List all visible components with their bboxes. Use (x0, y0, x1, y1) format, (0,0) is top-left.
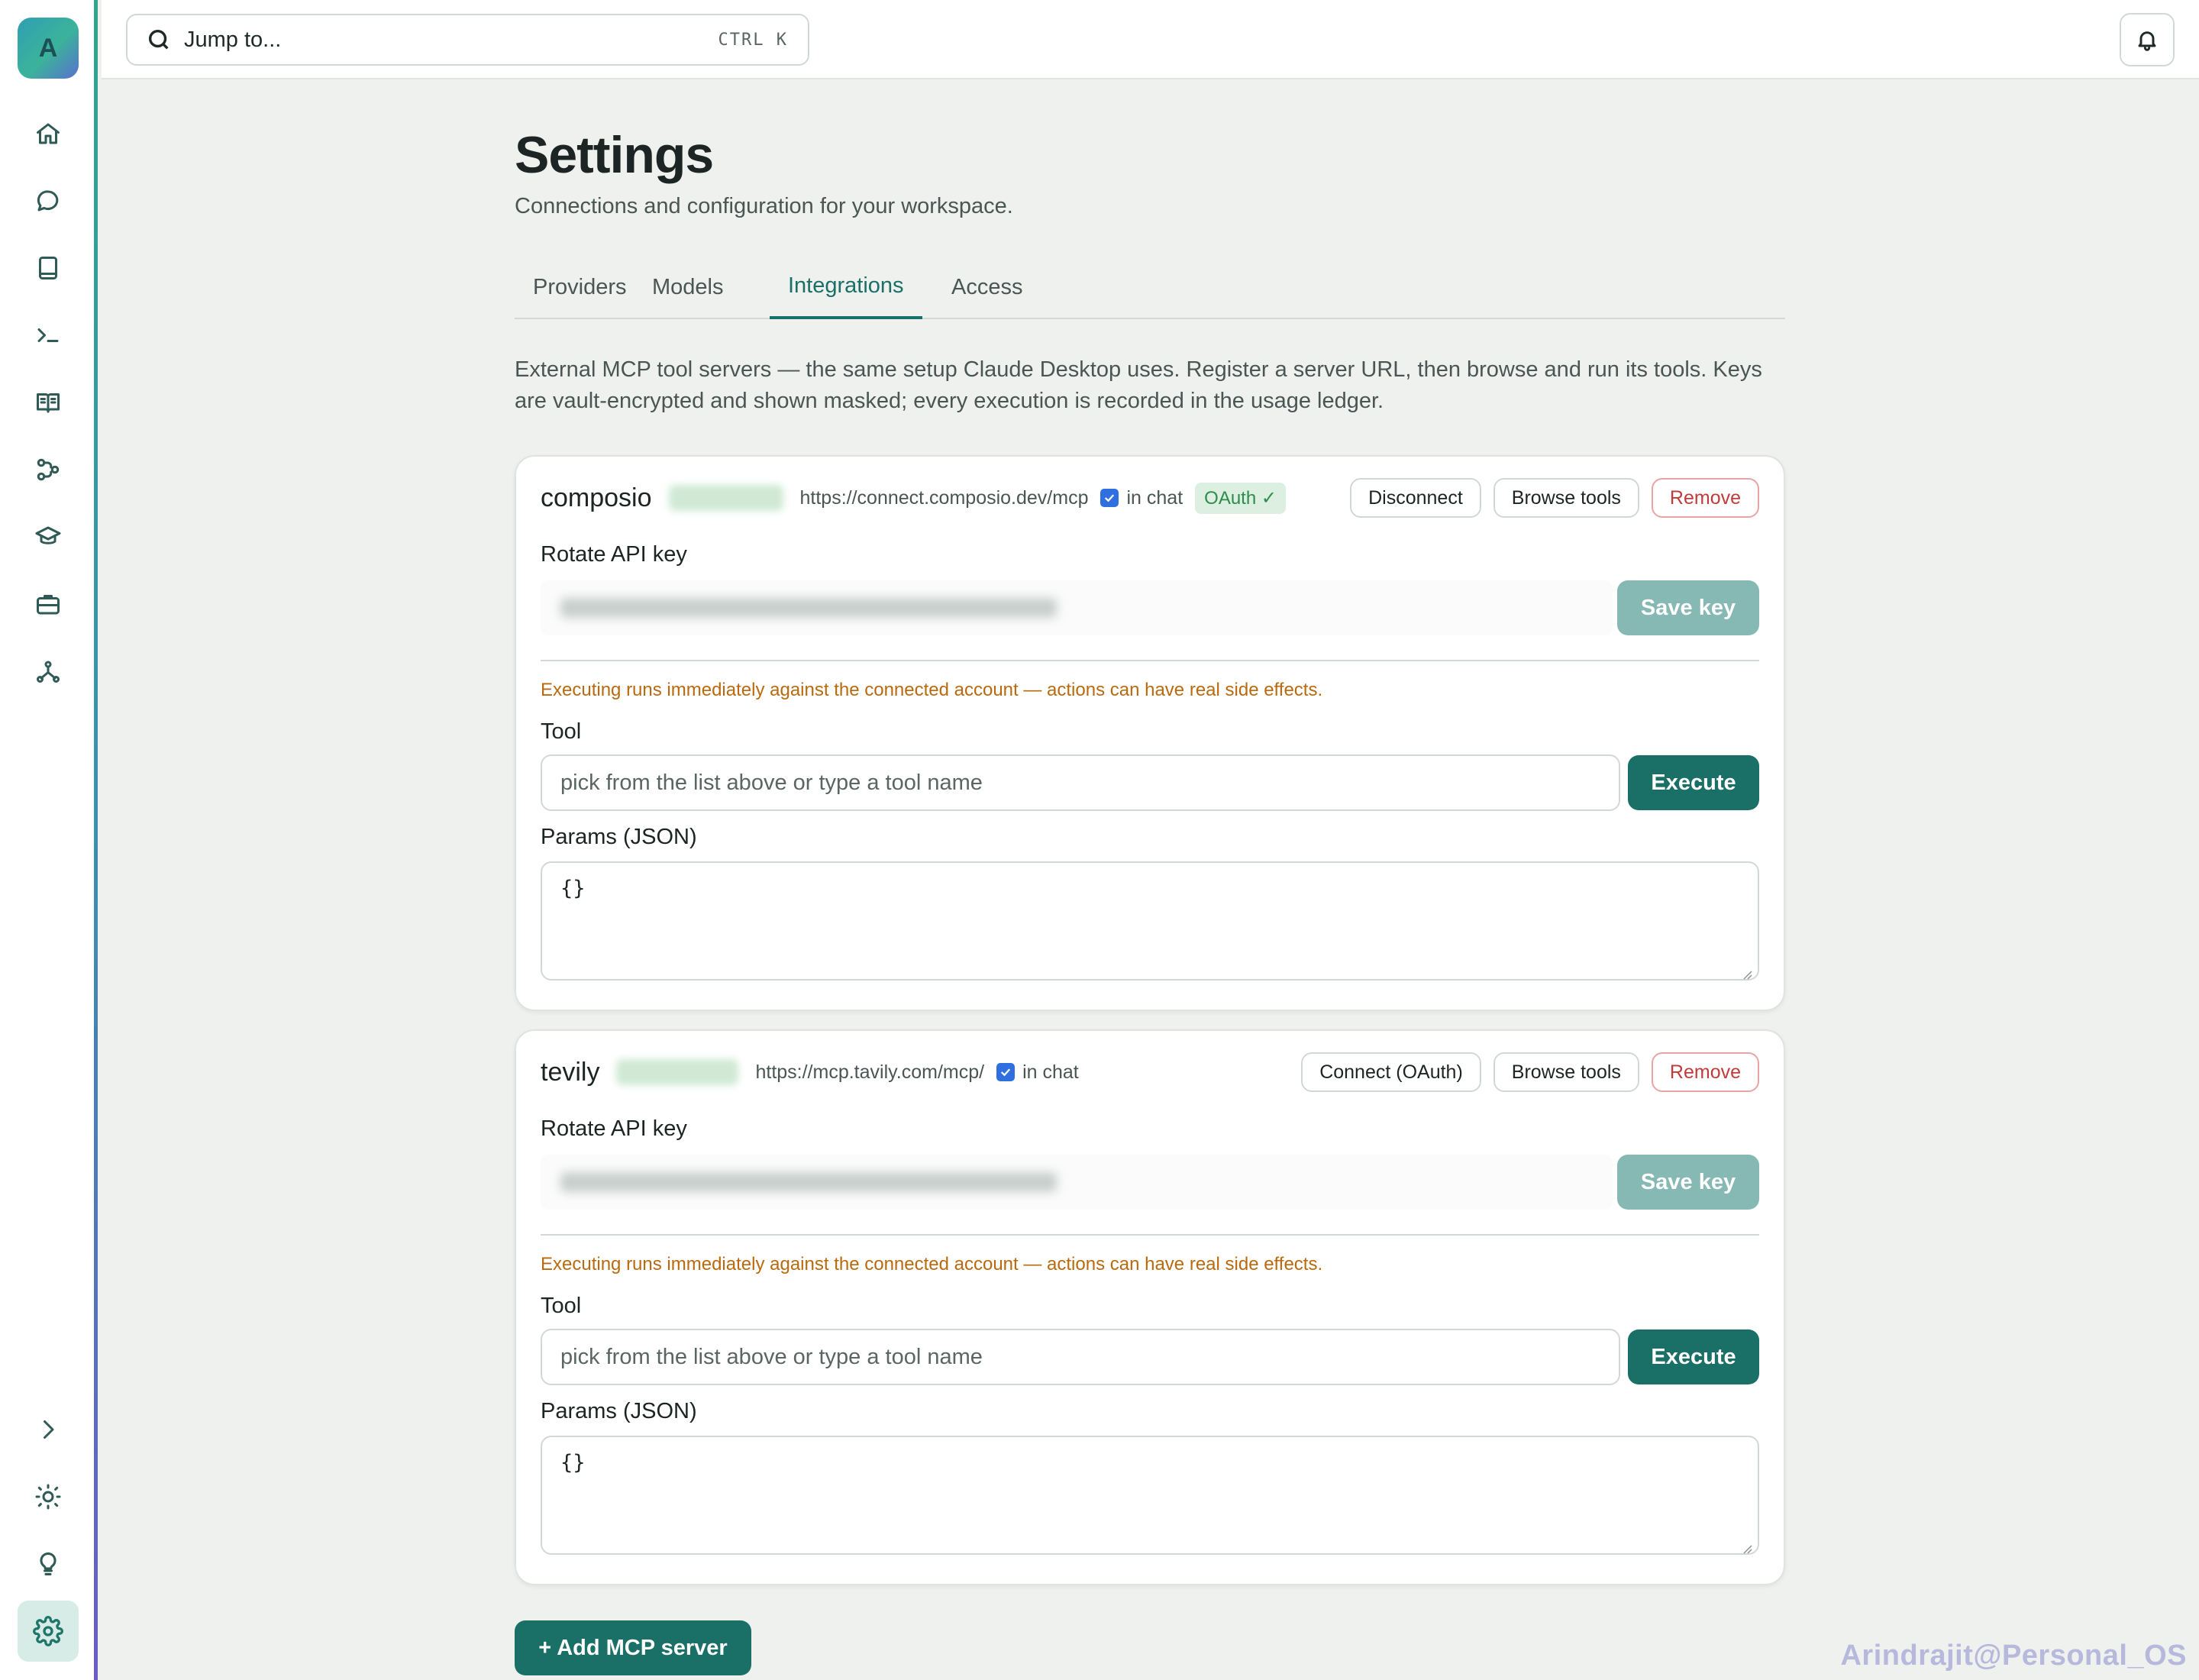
add-mcp-server-button[interactable]: + Add MCP server (515, 1620, 751, 1675)
rotate-key-label: Rotate API key (541, 542, 687, 567)
tool-name-input[interactable]: pick from the list above or type a tool … (541, 1329, 1620, 1385)
remove-server-button[interactable]: Remove (1651, 1052, 1759, 1092)
params-label: Params (JSON) (541, 1399, 697, 1423)
bell-icon (2138, 31, 2156, 51)
tab-integrations[interactable]: Integrations (770, 255, 922, 319)
page-title: Settings (515, 126, 714, 184)
network-icon[interactable] (30, 653, 66, 690)
graduation-cap-icon[interactable] (30, 519, 66, 555)
tab-access[interactable]: Access (933, 255, 1041, 319)
tool-label: Tool (541, 719, 582, 744)
resize-handle-icon[interactable] (1741, 962, 1753, 980)
execute-button[interactable]: Execute (1628, 755, 1759, 810)
masked-key-chip (668, 485, 783, 511)
server-card-tevily: tevily https://mcp.tavily.com/mcp/ in ch… (515, 1029, 1785, 1585)
workflow-icon[interactable] (30, 451, 66, 488)
api-key-input[interactable] (541, 580, 1613, 635)
in-chat-checkbox[interactable] (1100, 489, 1119, 507)
resize-handle-icon[interactable] (1741, 1536, 1753, 1554)
tool-name-input[interactable]: pick from the list above or type a tool … (541, 754, 1620, 811)
keyboard-shortcut: CTRL K (718, 30, 788, 50)
in-chat-checkbox[interactable] (996, 1063, 1016, 1081)
briefcase-icon[interactable] (30, 586, 66, 622)
params-label: Params (JSON) (541, 825, 697, 849)
home-icon[interactable] (30, 115, 66, 152)
search-icon (148, 29, 169, 50)
browse-tools-button[interactable]: Browse tools (1493, 478, 1639, 518)
server-name: composio (541, 483, 652, 512)
sun-icon[interactable] (30, 1478, 66, 1515)
save-key-button[interactable]: Save key (1617, 580, 1759, 635)
params-value: {} (560, 877, 586, 900)
server-url: https://connect.composio.dev/mcp (799, 486, 1089, 509)
execution-warning: Executing runs immediately against the c… (541, 680, 1323, 700)
oauth-status-badge: OAuth ✓ (1195, 482, 1286, 514)
lightbulb-icon[interactable] (30, 1546, 66, 1582)
search-placeholder: Jump to... (184, 27, 282, 52)
watermark: Arindrajit@Personal_OS (1840, 1640, 2187, 1672)
browse-tools-button[interactable]: Browse tools (1493, 1052, 1639, 1092)
params-value: {} (560, 1451, 586, 1475)
terminal-icon[interactable] (30, 317, 66, 354)
open-book-icon[interactable] (30, 384, 66, 421)
in-chat-label: in chat (1022, 1061, 1079, 1083)
settings-gear-icon[interactable] (18, 1601, 79, 1662)
remove-server-button[interactable]: Remove (1651, 478, 1759, 518)
save-key-button[interactable]: Save key (1617, 1155, 1759, 1210)
disconnect-button[interactable]: Disconnect (1350, 478, 1481, 518)
params-json-textarea[interactable]: {} (541, 861, 1759, 981)
execution-warning: Executing runs immediately against the c… (541, 1254, 1323, 1275)
notebook-icon[interactable] (30, 250, 66, 286)
server-name: tevily (541, 1057, 600, 1087)
chat-bubble-icon[interactable] (30, 183, 66, 219)
masked-key-chip (616, 1059, 739, 1085)
server-card-composio: composio https://connect.composio.dev/mc… (515, 455, 1785, 1011)
page-subtitle: Connections and configuration for your w… (515, 194, 1013, 218)
divider (541, 660, 1759, 661)
notifications-button[interactable] (2120, 13, 2175, 66)
jump-to-search[interactable]: Jump to... CTRL K (126, 14, 809, 66)
in-chat-label: in chat (1126, 486, 1183, 509)
server-header: tevily https://mcp.tavily.com/mcp/ in ch… (541, 1052, 1759, 1092)
divider (541, 1234, 1759, 1236)
top-bar: Jump to... CTRL K (102, 0, 2199, 79)
params-json-textarea[interactable]: {} (541, 1436, 1759, 1555)
tab-models[interactable]: Models (634, 255, 742, 319)
tab-providers[interactable]: Providers (515, 255, 645, 319)
server-url: https://mcp.tavily.com/mcp/ (755, 1061, 985, 1083)
sidebar: A (0, 0, 98, 1680)
settings-tabs: Providers Models Integrations Access (515, 255, 1785, 319)
server-header: composio https://connect.composio.dev/mc… (541, 478, 1759, 518)
execute-button[interactable]: Execute (1628, 1329, 1759, 1384)
tool-label: Tool (541, 1294, 582, 1318)
integrations-description: External MCP tool servers — the same set… (515, 357, 1762, 413)
rotate-key-label: Rotate API key (541, 1116, 687, 1141)
api-key-input[interactable] (541, 1155, 1613, 1210)
avatar[interactable]: A (18, 18, 79, 79)
chevron-right-icon[interactable] (30, 1411, 66, 1448)
connect-oauth-button[interactable]: Connect (OAuth) (1301, 1052, 1481, 1092)
